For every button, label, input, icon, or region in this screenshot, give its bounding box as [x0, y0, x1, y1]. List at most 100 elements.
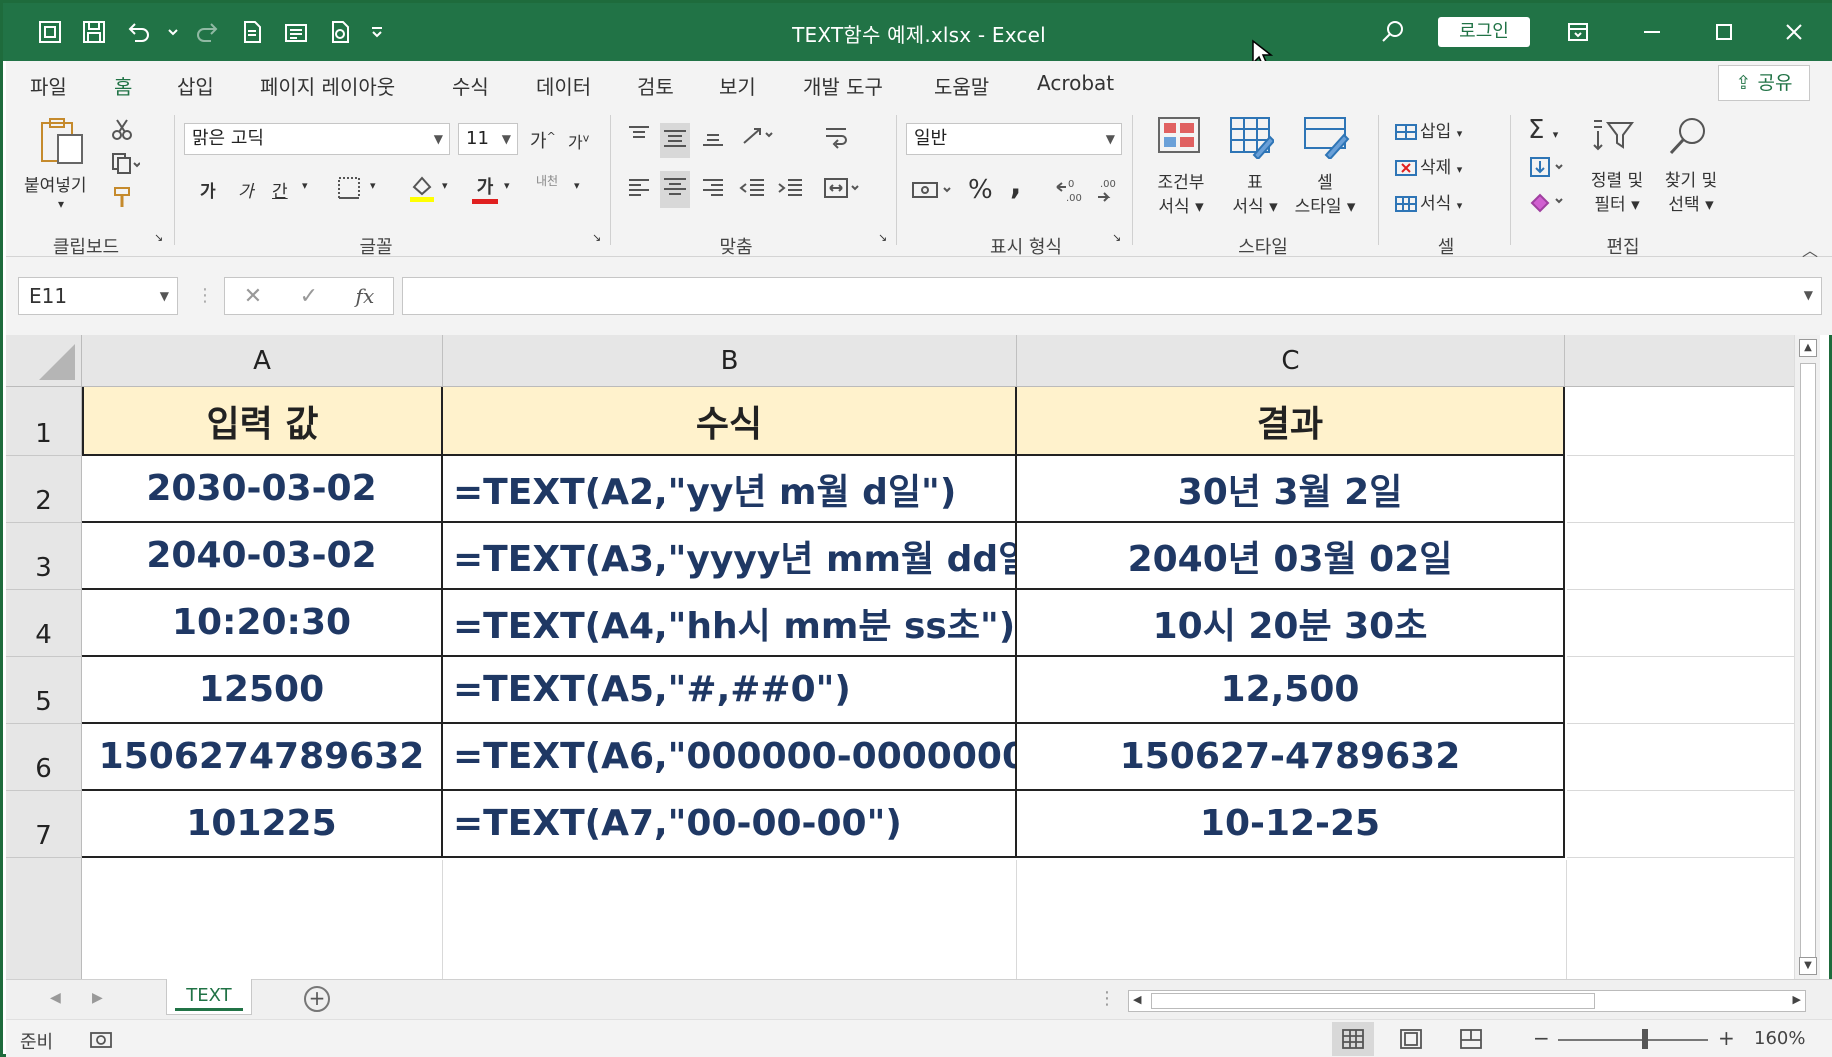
- zoom-out-icon[interactable]: −: [1533, 1026, 1550, 1050]
- confirm-entry-icon[interactable]: ✓: [300, 284, 318, 309]
- page-layout-view-icon[interactable]: [1390, 1022, 1432, 1056]
- conditional-formatting-button[interactable]: 조건부 서식 ▾: [1156, 171, 1206, 219]
- cell-a8[interactable]: [82, 860, 443, 979]
- tab-page-layout[interactable]: 페이지 레이아웃: [260, 71, 395, 100]
- select-all-button[interactable]: [6, 335, 82, 387]
- cell-c3[interactable]: 2040년 03월 02일: [1017, 523, 1565, 590]
- cell-d1[interactable]: [1567, 387, 1794, 456]
- cell-b7[interactable]: =TEXT(A7,"00-00-00"): [443, 791, 1017, 858]
- autosum-icon[interactable]: Σ ▾: [1528, 115, 1558, 145]
- scroll-down-icon[interactable]: ▼: [1799, 957, 1817, 975]
- cell-c8[interactable]: [1017, 860, 1567, 979]
- cell-b1[interactable]: 수식: [443, 387, 1017, 456]
- tab-review[interactable]: 검토: [637, 71, 674, 100]
- paste-icon[interactable]: [36, 115, 88, 172]
- cell-a5[interactable]: 12500: [82, 657, 443, 724]
- find-select-icon[interactable]: [1666, 115, 1710, 164]
- column-header-b[interactable]: B: [443, 335, 1017, 387]
- border-dropdown-icon[interactable]: ▾: [370, 179, 376, 192]
- zoom-in-icon[interactable]: +: [1718, 1026, 1735, 1050]
- find-select-button[interactable]: 찾기 및 선택 ▾: [1658, 169, 1724, 217]
- tab-splitter-icon[interactable]: ⋮: [1098, 988, 1116, 1009]
- decrease-font-icon[interactable]: 가v: [568, 129, 589, 153]
- increase-font-icon[interactable]: 가^: [530, 127, 556, 153]
- row-header[interactable]: 2: [6, 456, 82, 523]
- cell-a2[interactable]: 2030-03-02: [82, 456, 443, 523]
- sort-filter-button[interactable]: 정렬 및 필터 ▾: [1584, 169, 1650, 217]
- cell-a7[interactable]: 101225: [82, 791, 443, 858]
- formula-bar-splitter-icon[interactable]: ⋮: [196, 285, 214, 306]
- search-icon[interactable]: [1378, 17, 1408, 47]
- horizontal-scrollbar[interactable]: ◀ ▶: [1128, 990, 1806, 1012]
- accessibility-icon[interactable]: [88, 1028, 114, 1055]
- cell-c4[interactable]: 10시 20분 30초: [1017, 590, 1565, 657]
- row-header[interactable]: 5: [6, 657, 82, 724]
- tab-developer[interactable]: 개발 도구: [803, 71, 883, 100]
- cut-icon[interactable]: [110, 117, 134, 146]
- column-header-c[interactable]: C: [1017, 335, 1565, 387]
- vertical-scrollbar[interactable]: ▲ ▼: [1794, 335, 1820, 979]
- fill-color-icon[interactable]: [408, 173, 436, 208]
- login-button[interactable]: 로그인: [1438, 17, 1530, 47]
- row-header[interactable]: 4: [6, 590, 82, 657]
- hscroll-thumb[interactable]: [1151, 993, 1595, 1009]
- tab-data[interactable]: 데이터: [536, 71, 591, 100]
- ribbon-display-options-icon[interactable]: [1563, 17, 1593, 47]
- cell-b3[interactable]: =TEXT(A3,"yyyy년 mm월 dd일"): [443, 523, 1017, 590]
- tab-help[interactable]: 도움말: [934, 71, 989, 100]
- align-top-icon[interactable]: [626, 123, 652, 154]
- cell-a1[interactable]: 입력 값: [82, 387, 443, 456]
- next-sheet-icon[interactable]: ▶: [92, 990, 103, 1006]
- scroll-thumb[interactable]: [1800, 363, 1816, 963]
- cell-b4[interactable]: =TEXT(A4,"hh시 mm분 ss초"): [443, 590, 1017, 657]
- decrease-indent-icon[interactable]: [738, 175, 766, 206]
- comma-style-button[interactable]: ,: [1010, 167, 1021, 202]
- cell-styles-button[interactable]: 셀 스타일 ▾: [1288, 171, 1362, 219]
- clipboard-launcher-icon[interactable]: ↘: [154, 231, 163, 244]
- number-format-select[interactable]: 일반 ▼: [906, 123, 1122, 155]
- format-cells-button[interactable]: 서식 ▾: [1394, 189, 1462, 214]
- cell-b8[interactable]: [443, 860, 1017, 979]
- row-header[interactable]: [6, 858, 82, 979]
- row-header[interactable]: 6: [6, 724, 82, 791]
- cell-c7[interactable]: 10-12-25: [1017, 791, 1565, 858]
- align-right-icon[interactable]: [700, 175, 726, 206]
- add-sheet-icon[interactable]: +: [304, 986, 330, 1012]
- align-left-icon[interactable]: [626, 175, 652, 206]
- font-name-select[interactable]: 맑은 고딕 ▼: [184, 123, 450, 155]
- font-color-dropdown-icon[interactable]: ▾: [504, 179, 510, 192]
- delete-cells-button[interactable]: 삭제 ▾: [1394, 153, 1462, 178]
- scroll-right-icon[interactable]: ▶: [1793, 993, 1801, 1006]
- decrease-decimal-icon[interactable]: .00: [1094, 175, 1124, 208]
- cell-c6[interactable]: 150627-4789632: [1017, 724, 1565, 791]
- format-painter-icon[interactable]: [110, 185, 136, 216]
- alignment-launcher-icon[interactable]: ↘: [878, 231, 887, 244]
- underline-dropdown-icon[interactable]: ▾: [302, 179, 308, 192]
- font-launcher-icon[interactable]: ↘: [592, 231, 601, 244]
- cell-b5[interactable]: =TEXT(A5,"#,##0"): [443, 657, 1017, 724]
- zoom-slider-thumb[interactable]: [1642, 1029, 1648, 1049]
- cancel-entry-icon[interactable]: ✕: [244, 284, 262, 309]
- cell-a6[interactable]: 1506274789632: [82, 724, 443, 791]
- align-bottom-icon[interactable]: [700, 123, 726, 154]
- minimize-icon[interactable]: [1637, 17, 1667, 47]
- share-button[interactable]: ⇪ 공유: [1718, 65, 1810, 101]
- cell-styles-icon[interactable]: [1302, 115, 1350, 164]
- tab-file[interactable]: 파일: [30, 71, 67, 100]
- wrap-text-icon[interactable]: [822, 123, 852, 158]
- bold-button[interactable]: 가: [200, 177, 216, 202]
- close-icon[interactable]: [1779, 17, 1809, 47]
- scroll-up-icon[interactable]: ▲: [1799, 339, 1817, 357]
- sort-filter-icon[interactable]: [1588, 115, 1636, 160]
- cell-d2[interactable]: [1567, 456, 1794, 523]
- underline-button[interactable]: 간: [272, 177, 288, 202]
- number-launcher-icon[interactable]: ↘: [1112, 231, 1121, 244]
- cell-d5[interactable]: [1567, 657, 1794, 724]
- insert-function-icon[interactable]: fx: [356, 284, 375, 308]
- column-header-a[interactable]: A: [82, 335, 443, 387]
- border-icon[interactable]: [336, 175, 362, 206]
- worksheet-grid[interactable]: A B C 1 2 3 4 5 6 7 입력 값 수식 결과 2030-03-0…: [6, 335, 1794, 979]
- cell-a4[interactable]: 10:20:30: [82, 590, 443, 657]
- tab-home[interactable]: 홈: [114, 71, 132, 108]
- clear-icon[interactable]: [1528, 189, 1568, 220]
